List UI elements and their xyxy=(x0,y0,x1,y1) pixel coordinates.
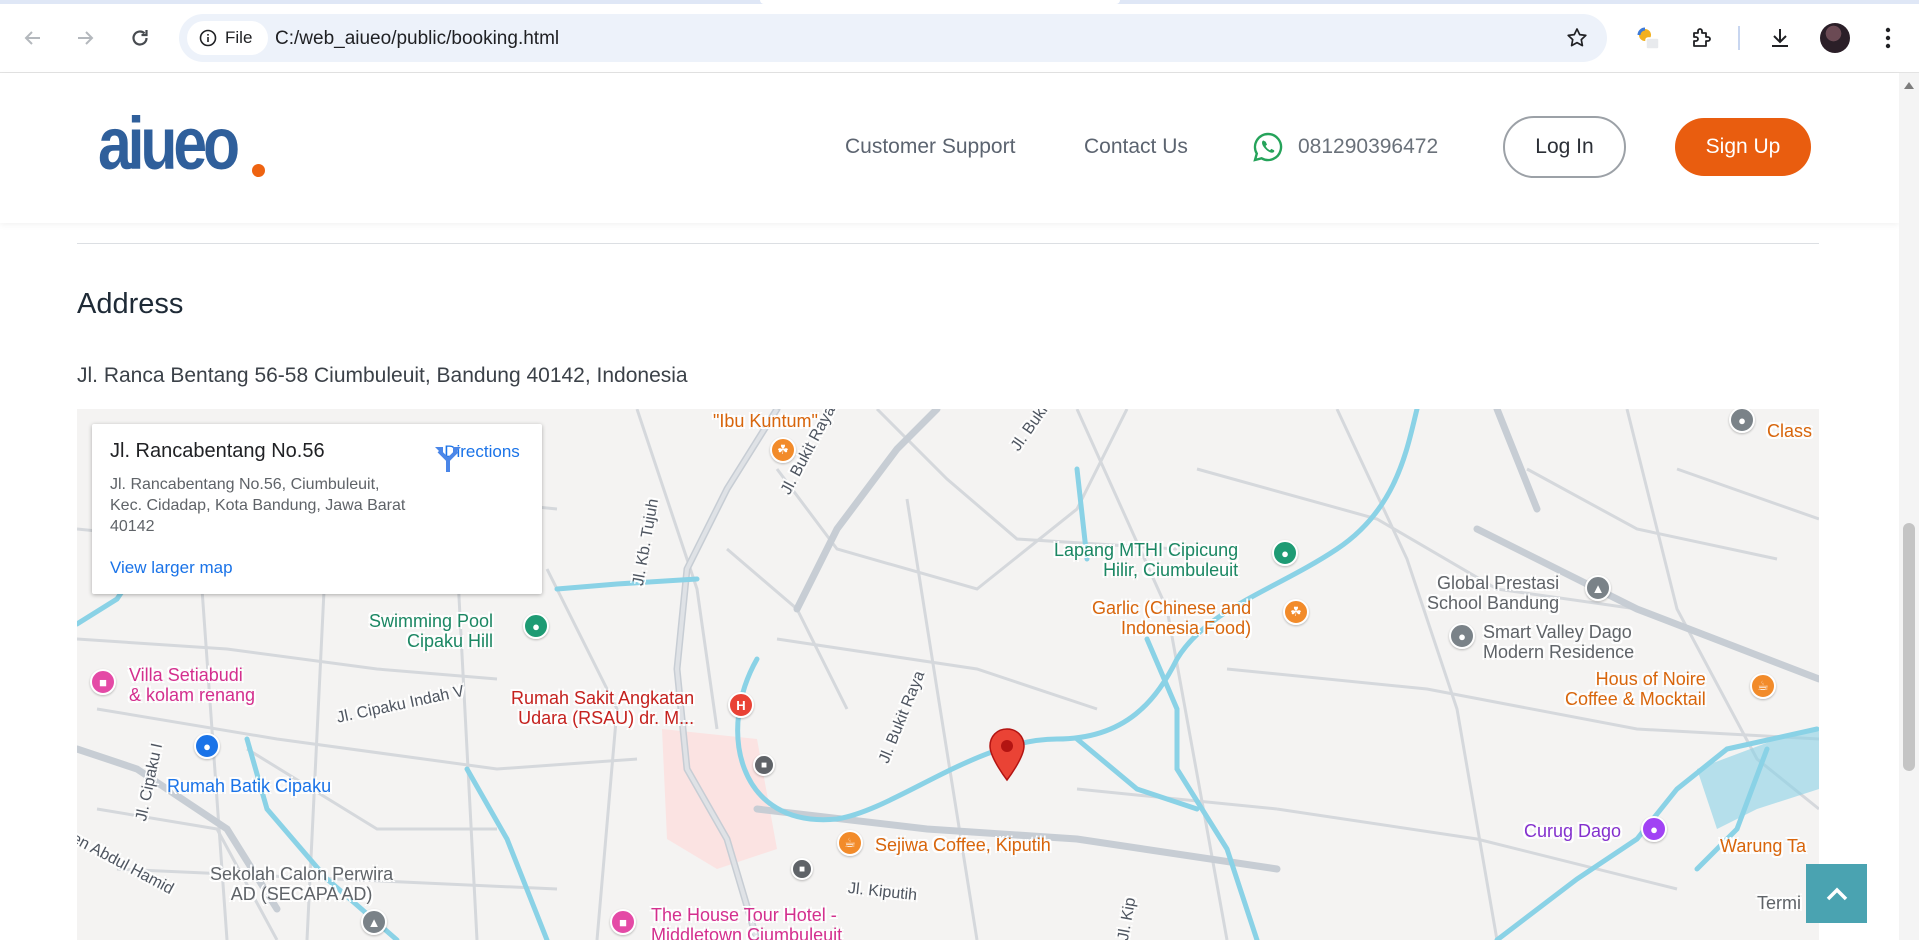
map-label-rumah-batik[interactable]: Rumah Batik Cipaku xyxy=(167,776,331,796)
nav-contact-us[interactable]: Contact Us xyxy=(1084,135,1188,159)
site-info-chip[interactable]: File xyxy=(187,21,269,55)
logo-dot xyxy=(252,164,266,177)
cafe-marker-icon[interactable]: ☕ xyxy=(837,830,863,856)
profile-avatar[interactable] xyxy=(1820,23,1850,53)
scroll-up-arrow-icon[interactable] xyxy=(1904,81,1914,89)
place-title: Jl. Rancabentang No.56 xyxy=(110,440,325,462)
map-label-hous-of-noire[interactable]: Hous of Noire Coffee & Mocktail xyxy=(1565,669,1706,709)
directions-icon xyxy=(435,447,461,472)
browser-toolbar: File C:/web_aiueo/public/booking.html xyxy=(0,0,1919,73)
url-text[interactable]: C:/web_aiueo/public/booking.html xyxy=(275,28,559,50)
cafe-marker-icon[interactable]: ☕ xyxy=(1750,673,1776,699)
map-label-pool-line1: Swimming Pool xyxy=(369,611,494,631)
back-button[interactable] xyxy=(15,20,51,56)
map-label-sekolah[interactable]: Sekolah Calon Perwira AD (SECAPA AD) xyxy=(210,864,393,904)
map-label-smart-valley[interactable]: Smart Valley Dago Modern Residence xyxy=(1483,622,1634,662)
toolbar-separator xyxy=(1738,26,1740,50)
hotel-marker-icon[interactable]: ■ xyxy=(90,669,116,695)
map-label-lapang-line2: Hilir, Ciumbuleuit xyxy=(1103,560,1239,580)
downloads-icon[interactable] xyxy=(1762,20,1798,56)
map-label-house-tour-line1: The House Tour Hotel - xyxy=(651,905,837,925)
address-text: Jl. Ranca Bentang 56-58 Ciumbuleuit, Ban… xyxy=(77,364,688,387)
restaurant-marker-icon[interactable]: ☘ xyxy=(1283,599,1309,625)
map-label-sekolah-line2: AD (SECAPA AD) xyxy=(230,884,373,904)
shopping-marker-icon[interactable]: ● xyxy=(194,733,220,759)
map-label-villa-line1: Villa Setiabudi xyxy=(129,665,243,685)
phone-number: 081290396472 xyxy=(1298,135,1439,158)
extensions-puzzle-icon[interactable] xyxy=(1683,20,1719,56)
scroll-to-top-button[interactable] xyxy=(1806,864,1867,923)
map-label-garlic-line1: Garlic (Chinese and xyxy=(1092,598,1252,618)
address-bar[interactable]: File C:/web_aiueo/public/booking.html xyxy=(179,14,1607,62)
map-info-card: Jl. Rancabentang No.56 Jl. Rancabentang … xyxy=(92,424,542,594)
login-button[interactable]: Log In xyxy=(1503,116,1626,178)
place-address: Jl. Rancabentang No.56, Ciumbuleuit, Kec… xyxy=(110,476,406,535)
map-label-house-tour[interactable]: The House Tour Hotel - Middletown Ciumbu… xyxy=(651,905,842,940)
map-label-rsau[interactable]: Rumah Sakit Angkatan Udara (RSAU) dr. M.… xyxy=(511,688,694,728)
map-label-swimming-pool[interactable]: Swimming Pool Cipaku Hill xyxy=(369,611,493,651)
page-scrollbar[interactable] xyxy=(1899,73,1919,940)
map-label-sekolah-line1: Sekolah Calon Perwira xyxy=(210,864,394,884)
map-label-smart-line1: Smart Valley Dago xyxy=(1483,622,1632,642)
map-label-global-line1: Global Prestasi xyxy=(1437,573,1560,593)
address-heading: Address xyxy=(77,288,184,320)
attraction-marker-icon[interactable]: ● xyxy=(1641,816,1667,842)
school-marker-icon[interactable]: ▲ xyxy=(361,909,387,935)
view-larger-map-link[interactable]: View larger map xyxy=(110,558,233,578)
whatsapp-phone[interactable]: 081290396472 xyxy=(1252,131,1438,163)
chevron-up-icon xyxy=(1826,887,1847,900)
map-label-lapang-mthi[interactable]: Lapang MTHI Cipicung Hilir, Ciumbuleuit xyxy=(1054,540,1238,580)
residence-marker-icon[interactable]: ● xyxy=(1449,623,1475,649)
map-label-global-prestasi[interactable]: Global Prestasi School Bandung xyxy=(1427,573,1559,613)
bookmark-star-icon[interactable] xyxy=(1565,26,1589,55)
extension-color-icon[interactable] xyxy=(1630,20,1666,56)
scrollbar-thumb[interactable] xyxy=(1903,523,1915,771)
forward-arrow-icon xyxy=(78,31,94,45)
site-logo[interactable]: aiueo xyxy=(98,102,266,185)
map-label-lapang-line1: Lapang MTHI Cipicung xyxy=(1054,540,1239,560)
menu-kebab-icon[interactable] xyxy=(1870,20,1906,56)
info-icon xyxy=(199,29,217,47)
reload-icon xyxy=(132,30,148,46)
forward-button[interactable] xyxy=(67,20,103,56)
site-header: aiueo Customer Support Contact Us 081290… xyxy=(0,73,1899,223)
map-label-smart-line2: Modern Residence xyxy=(1483,642,1635,662)
map-label-termi[interactable]: Termi xyxy=(1757,893,1801,913)
map-label-global-line2: School Bandung xyxy=(1427,593,1560,613)
map-label-garlic[interactable]: Garlic (Chinese and Indonesia Food) xyxy=(1092,598,1251,638)
signup-button[interactable]: Sign Up xyxy=(1675,118,1811,176)
map-label-ibu-kuntum[interactable]: "Ibu Kuntum" xyxy=(713,411,818,431)
map-label-villa[interactable]: Villa Setiabudi & kolam renang xyxy=(129,665,255,705)
map-label-class[interactable]: Class xyxy=(1767,421,1812,441)
bus-stop-icon[interactable]: ■ xyxy=(791,858,813,880)
hospital-marker-icon[interactable]: H xyxy=(728,692,754,718)
park-marker-icon[interactable]: ● xyxy=(1272,540,1298,566)
tab-strip xyxy=(0,0,1919,4)
map-label-villa-line2: & kolam renang xyxy=(129,685,256,705)
section-divider xyxy=(77,243,1819,244)
map-label-sejiwa[interactable]: Sejiwa Coffee, Kiputih xyxy=(875,835,1051,855)
school-marker-icon[interactable]: ▲ xyxy=(1585,575,1611,601)
nav-customer-support[interactable]: Customer Support xyxy=(845,135,1015,159)
location-pin-icon[interactable] xyxy=(987,727,1027,783)
map-label-curug-dago[interactable]: Curug Dago xyxy=(1524,821,1621,841)
map-label-pool-line2: Cipaku Hill xyxy=(407,631,494,651)
map-label-hous-line2: Coffee & Mocktail xyxy=(1565,689,1706,709)
map-label-warung[interactable]: Warung Ta xyxy=(1720,836,1806,856)
file-chip-label: File xyxy=(225,28,253,47)
map-label-garlic-line2: Indonesia Food) xyxy=(1120,618,1252,638)
map-label-house-tour-line2: Middletown Ciumbuleuit xyxy=(651,925,843,940)
logo-text: aiueo xyxy=(98,102,240,185)
map-label-hous-line1: Hous of Noire xyxy=(1595,669,1706,689)
park-marker-icon[interactable]: ● xyxy=(523,613,549,639)
directions-button[interactable]: Directions xyxy=(432,442,532,472)
map-label-rsau-line2: Udara (RSAU) dr. M... xyxy=(518,708,695,728)
whatsapp-icon xyxy=(1253,132,1283,162)
map-label-rsau-line1: Rumah Sakit Angkatan xyxy=(511,688,695,708)
hotel-marker-icon[interactable]: ■ xyxy=(610,909,636,935)
bus-stop-icon[interactable]: ■ xyxy=(753,754,775,776)
reload-button[interactable] xyxy=(122,20,158,56)
back-arrow-icon xyxy=(24,31,40,45)
embedded-map[interactable]: "Ibu Kuntum" ☘ Jl. Bukit Raya Atas Jl. B… xyxy=(77,409,1819,940)
